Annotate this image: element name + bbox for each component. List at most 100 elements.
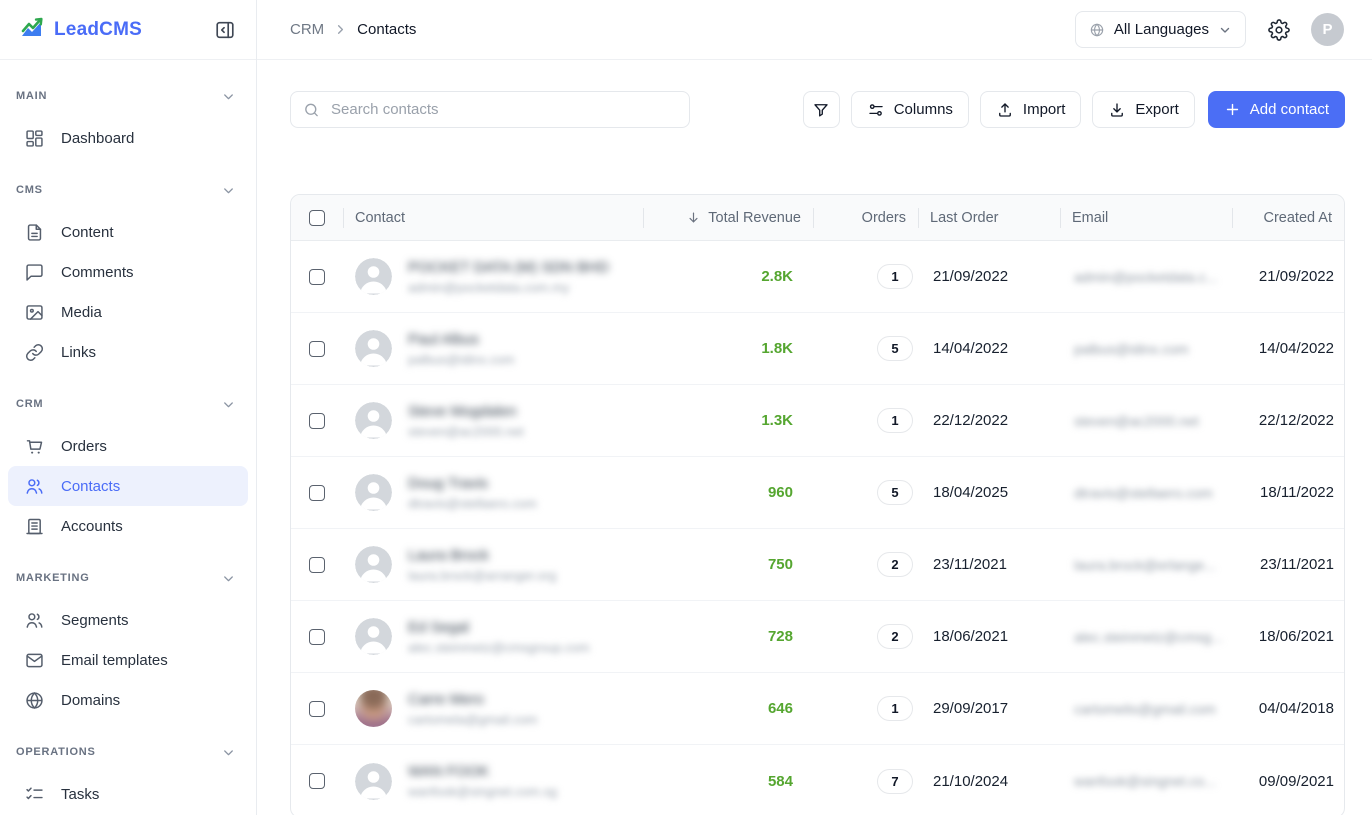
orders-cell: 2 bbox=[813, 552, 918, 577]
columns-button[interactable]: Columns bbox=[851, 91, 969, 128]
search-input[interactable] bbox=[290, 91, 690, 128]
collapse-sidebar-button[interactable] bbox=[212, 17, 238, 43]
row-checkbox[interactable] bbox=[309, 485, 325, 501]
contact-photo-avatar bbox=[355, 690, 392, 727]
contact-subtext-email: steven@ac2000.net bbox=[408, 424, 524, 439]
sidebar-item-dashboard[interactable]: Dashboard bbox=[8, 118, 248, 158]
sidebar-item-email-templates[interactable]: Email templates bbox=[8, 640, 248, 680]
sidebar-item-label: Orders bbox=[61, 438, 107, 455]
created-at-date: 18/06/2021 bbox=[1232, 628, 1344, 645]
last-order-date: 22/12/2022 bbox=[918, 412, 1060, 429]
table-row[interactable]: Ed Segalalec.steinmetz@cmsgroup.com72821… bbox=[291, 601, 1344, 673]
sidebar-item-comments[interactable]: Comments bbox=[8, 252, 248, 292]
contact-cell[interactable]: WAN FOOKwanfook@singnet.com.sg bbox=[343, 763, 643, 800]
contacts-icon bbox=[24, 476, 45, 497]
user-avatar[interactable]: P bbox=[1311, 13, 1344, 46]
sidebar-item-segments[interactable]: Segments bbox=[8, 600, 248, 640]
column-header-label: Orders bbox=[862, 210, 906, 226]
add-contact-button[interactable]: Add contact bbox=[1208, 91, 1345, 128]
panel-collapse-icon bbox=[214, 19, 236, 41]
toolbar-actions: Columns Import Export bbox=[803, 91, 1345, 128]
select-all-checkbox[interactable] bbox=[309, 210, 325, 226]
table-header-row: Contact Total Revenue Orders Last OrderEmai… bbox=[291, 195, 1344, 241]
import-button[interactable]: Import bbox=[980, 91, 1082, 128]
contact-text: WAN FOOKwanfook@singnet.com.sg bbox=[408, 763, 557, 799]
export-label: Export bbox=[1135, 101, 1178, 118]
orders-count-badge: 5 bbox=[877, 336, 913, 361]
filter-icon bbox=[812, 101, 830, 119]
sidebar-item-contacts[interactable]: Contacts bbox=[8, 466, 248, 506]
sidebar-item-links[interactable]: Links bbox=[8, 332, 248, 372]
contact-cell[interactable]: POCKET DATA (M) SDN BHDadmin@pocketdata.… bbox=[343, 258, 643, 295]
column-header-total-revenue[interactable]: Total Revenue bbox=[643, 195, 813, 240]
sidebar-item-label: Links bbox=[61, 344, 96, 361]
accounts-icon bbox=[24, 516, 45, 537]
nav-section-header-marketing[interactable]: MARKETING bbox=[0, 560, 256, 596]
nav-section-header-cms[interactable]: CMS bbox=[0, 172, 256, 208]
contact-name: Doug Travis bbox=[408, 475, 537, 492]
contact-cell[interactable]: Carre Merocartomela@gmail.com bbox=[343, 690, 643, 727]
contact-cell[interactable]: Paul Albuspalbus@idinx.com bbox=[343, 330, 643, 367]
orders-count-badge: 7 bbox=[877, 769, 913, 794]
table-row[interactable]: WAN FOOKwanfook@singnet.com.sg584721/10/… bbox=[291, 745, 1344, 815]
row-checkbox[interactable] bbox=[309, 701, 325, 717]
table-row[interactable]: Steve Mogdalensteven@ac2000.net1.3K122/1… bbox=[291, 385, 1344, 457]
row-checkbox[interactable] bbox=[309, 269, 325, 285]
row-checkbox[interactable] bbox=[309, 413, 325, 429]
row-checkbox[interactable] bbox=[309, 557, 325, 573]
email-value: admin@pocketdata.c... bbox=[1060, 269, 1232, 285]
contact-placeholder-avatar bbox=[355, 258, 392, 295]
table-row[interactable]: Laura Brocklaura.brock@arranger.org75022… bbox=[291, 529, 1344, 601]
app-title: LeadCMS bbox=[54, 19, 142, 41]
contact-placeholder-avatar bbox=[355, 474, 392, 511]
orders-count-badge: 2 bbox=[877, 624, 913, 649]
orders-cell: 1 bbox=[813, 264, 918, 289]
created-at-date: 04/04/2018 bbox=[1232, 700, 1344, 717]
nav-section-header-main[interactable]: MAIN bbox=[0, 78, 256, 114]
contact-cell[interactable]: Steve Mogdalensteven@ac2000.net bbox=[343, 402, 643, 439]
sidebar-item-tasks[interactable]: Tasks bbox=[8, 774, 248, 814]
sidebar-item-accounts[interactable]: Accounts bbox=[8, 506, 248, 546]
row-checkbox[interactable] bbox=[309, 341, 325, 357]
row-checkbox-cell bbox=[291, 629, 343, 645]
column-header-created-at[interactable]: Created At bbox=[1232, 195, 1344, 240]
column-header-label: Contact bbox=[355, 210, 405, 226]
row-checkbox-cell bbox=[291, 701, 343, 717]
table-row[interactable]: Carre Merocartomela@gmail.com646129/09/2… bbox=[291, 673, 1344, 745]
sidebar-item-content[interactable]: Content bbox=[8, 212, 248, 252]
row-checkbox[interactable] bbox=[309, 629, 325, 645]
row-checkbox[interactable] bbox=[309, 773, 325, 789]
column-header-orders[interactable]: Orders bbox=[813, 195, 918, 240]
sidebar-item-domains[interactable]: Domains bbox=[8, 680, 248, 720]
chevron-down-icon bbox=[221, 89, 236, 104]
column-header-last-order[interactable]: Last Order bbox=[918, 195, 1060, 240]
email-templates-icon bbox=[24, 650, 45, 671]
settings-button[interactable] bbox=[1268, 19, 1290, 41]
column-header-contact[interactable]: Contact bbox=[343, 195, 643, 240]
created-at-date: 09/09/2021 bbox=[1232, 773, 1344, 790]
last-order-date: 23/11/2021 bbox=[918, 556, 1060, 573]
filter-button[interactable] bbox=[803, 91, 840, 128]
contact-cell[interactable]: Laura Brocklaura.brock@arranger.org bbox=[343, 546, 643, 583]
breadcrumb-crm[interactable]: CRM bbox=[290, 21, 324, 38]
table-row[interactable]: Doug Travisdtravis@stellaero.com960518/0… bbox=[291, 457, 1344, 529]
sidebar-item-label: Comments bbox=[61, 264, 134, 281]
orders-cell: 1 bbox=[813, 696, 918, 721]
table-row[interactable]: POCKET DATA (M) SDN BHDadmin@pocketdata.… bbox=[291, 241, 1344, 313]
contact-cell[interactable]: Doug Travisdtravis@stellaero.com bbox=[343, 474, 643, 511]
nav-section-header-crm[interactable]: CRM bbox=[0, 386, 256, 422]
nav-section-header-operations[interactable]: OPERATIONS bbox=[0, 734, 256, 770]
orders-cell: 1 bbox=[813, 408, 918, 433]
sidebar-logo-row: LeadCMS bbox=[0, 0, 256, 60]
sidebar-item-orders[interactable]: Orders bbox=[8, 426, 248, 466]
app-logo[interactable]: LeadCMS bbox=[20, 17, 142, 43]
sidebar-item-media[interactable]: Media bbox=[8, 292, 248, 332]
column-header-email[interactable]: Email bbox=[1060, 195, 1232, 240]
language-selector[interactable]: All Languages bbox=[1075, 11, 1246, 48]
table-row[interactable]: Paul Albuspalbus@idinx.com1.8K514/04/202… bbox=[291, 313, 1344, 385]
export-button[interactable]: Export bbox=[1092, 91, 1194, 128]
contact-subtext-email: wanfook@singnet.com.sg bbox=[408, 784, 557, 799]
add-contact-label: Add contact bbox=[1250, 101, 1329, 118]
contact-cell[interactable]: Ed Segalalec.steinmetz@cmsgroup.com bbox=[343, 618, 643, 655]
total-revenue-value: 750 bbox=[643, 556, 813, 573]
